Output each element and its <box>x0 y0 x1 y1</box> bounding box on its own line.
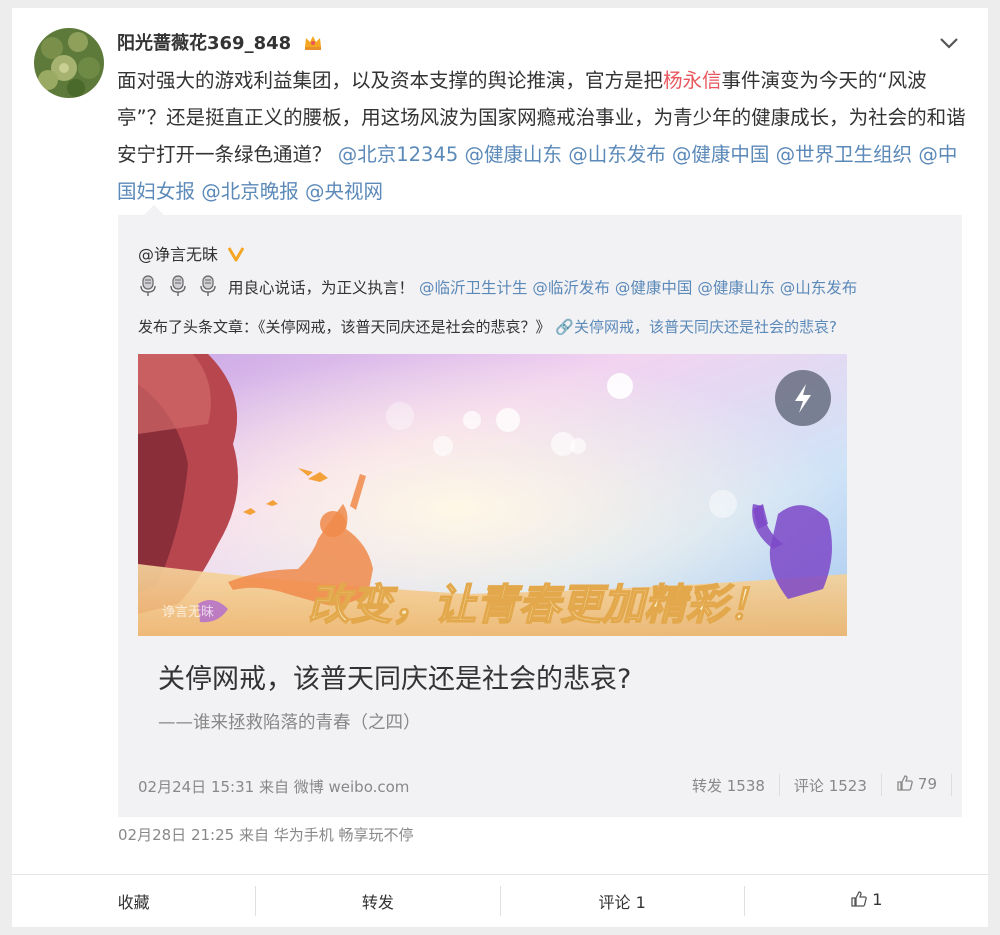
original-source[interactable]: 微博 weibo.com <box>294 778 410 796</box>
microphone-icon <box>198 275 218 301</box>
repost-button[interactable]: 转发 <box>256 889 499 913</box>
original-text-line2: 发布了头条文章：《关停网戒，该普天同庆还是社会的悲哀？》 🔗关停网戒，该普天同庆… <box>138 316 837 337</box>
post-text: 面对强大的游戏利益集团，以及资本支撑的舆论推演，官方是把杨永信事件演变为今天的“… <box>117 62 967 210</box>
like-action-count: 1 <box>872 890 883 909</box>
repost-count: 1538 <box>726 776 765 795</box>
mention-link[interactable]: @健康山东 <box>697 279 775 297</box>
mention-link[interactable]: @央视网 <box>305 180 383 203</box>
post-source[interactable]: 华为手机 畅享玩不停 <box>274 826 414 844</box>
thumbs-up-icon <box>896 774 914 796</box>
original-actions: 转发 1538 评论 1523 79 <box>678 774 952 796</box>
original-timestamp[interactable]: 02月24日 15:31 <box>138 778 254 796</box>
mention-link[interactable]: @世界卫生组织 <box>776 143 913 166</box>
mention-link[interactable]: @临沂发布 <box>532 279 610 297</box>
banner-watermark: 诤言无昧 <box>162 605 214 620</box>
repost-label: 转发 <box>691 776 722 795</box>
comment-button[interactable]: 评论 1 <box>501 889 744 913</box>
banner-slogan: 改变，让青春更加精彩！ <box>308 580 770 629</box>
mention-link[interactable]: @健康山东 <box>464 143 562 166</box>
post-text-part1: 面对强大的游戏利益集团，以及资本支撑的舆论推演，官方是把 <box>117 69 664 92</box>
weibo-post-card: 阳光蔷薇花369_848 面对强大的游戏利益集团，以及资本支撑的舆论推演，官方是… <box>12 8 988 874</box>
microphone-icon <box>138 275 158 301</box>
link-icon: 🔗 <box>555 318 574 336</box>
highlight-name[interactable]: 杨永信 <box>663 69 722 92</box>
mention-link[interactable]: @北京12345 <box>338 143 459 166</box>
article-link[interactable]: 🔗关停网戒，该普天同庆还是社会的悲哀? <box>555 318 837 336</box>
original-username-text[interactable]: @诤言无昧 <box>138 245 218 264</box>
reposted-weibo: @诤言无昧 用良心说话，为正义执言！ @临沂卫生计生 @临沂发布 @健康中国 @… <box>118 215 962 817</box>
original-post-meta: 02月24日 15:31 来自 微博 weibo.com <box>138 776 409 797</box>
mention-link[interactable]: @山东发布 <box>780 279 858 297</box>
original-comment-button[interactable]: 评论 1523 <box>780 775 881 796</box>
source-prefix: 来自 <box>258 778 289 796</box>
favorite-button[interactable]: 收藏 <box>12 889 255 913</box>
original-repost-button[interactable]: 转发 1538 <box>678 775 779 796</box>
comment-label: 评论 <box>793 776 824 795</box>
original-text-line1: 用良心说话，为正义执言！ @临沂卫生计生 @临沂发布 @健康中国 @健康山东 @… <box>138 275 857 301</box>
article-link-text[interactable]: 关停网戒，该普天同庆还是社会的悲哀? <box>574 318 837 336</box>
divider <box>951 774 952 796</box>
comment-action-label: 评论 1 <box>598 893 646 912</box>
article-title[interactable]: 关停网戒，该普天同庆还是社会的悲哀? <box>158 657 631 696</box>
action-bar: 收藏 转发 评论 1 1 <box>12 874 988 927</box>
crown-icon <box>303 33 323 56</box>
post-timestamp[interactable]: 02月28日 21:25 <box>118 826 234 844</box>
chevron-down-icon[interactable] <box>938 32 960 54</box>
mention-link[interactable]: @临沂卫生计生 <box>419 279 528 297</box>
original-username[interactable]: @诤言无昧 <box>138 241 245 267</box>
original-like-button[interactable]: 79 <box>882 774 951 796</box>
like-button[interactable]: 1 <box>745 890 988 912</box>
source-prefix: 来自 <box>238 826 269 844</box>
thumbs-up-icon <box>850 890 868 912</box>
article-banner-image[interactable]: 改变，让青春更加精彩！ 诤言无昧 <box>138 354 847 636</box>
mention-link[interactable]: @健康中国 <box>615 279 693 297</box>
mention-link[interactable]: @山东发布 <box>568 143 666 166</box>
favorite-label: 收藏 <box>117 893 150 912</box>
article-subtitle: ——谁来拯救陷落的青春（之四） <box>158 713 421 733</box>
verified-icon <box>227 245 245 267</box>
mention-link[interactable]: @健康中国 <box>672 143 770 166</box>
original-text: 用良心说话，为正义执言！ <box>228 279 415 297</box>
username[interactable]: 阳光蔷薇花369_848 <box>117 29 323 56</box>
like-count: 79 <box>917 775 937 793</box>
repost-action-label: 转发 <box>361 893 394 912</box>
comment-count: 1523 <box>828 776 867 795</box>
microphone-icon <box>168 275 188 301</box>
avatar[interactable] <box>34 28 104 98</box>
mention-link[interactable]: @北京晚报 <box>201 180 299 203</box>
username-text[interactable]: 阳光蔷薇花369_848 <box>117 33 291 54</box>
post-meta: 02月28日 21:25 来自 华为手机 畅享玩不停 <box>118 824 414 845</box>
article-prefix: 发布了头条文章：《关停网戒，该普天同庆还是社会的悲哀？》 <box>138 318 551 336</box>
flash-icon[interactable] <box>775 370 831 426</box>
repost-notch <box>144 205 164 215</box>
